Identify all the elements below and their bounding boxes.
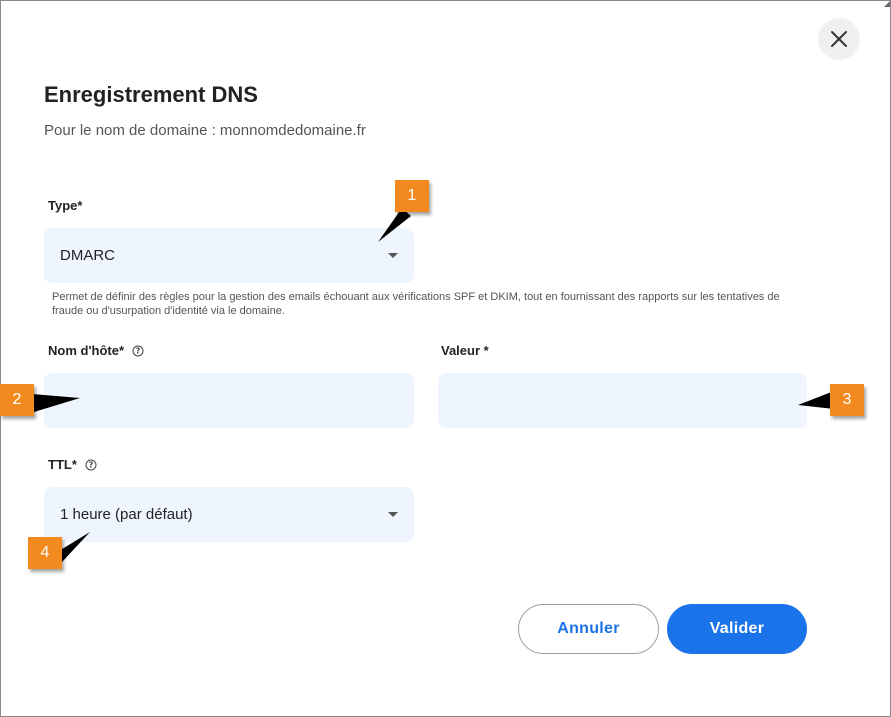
submit-button[interactable]: Valider bbox=[667, 604, 807, 654]
help-icon[interactable]: ? bbox=[132, 345, 144, 357]
svg-text:?: ? bbox=[136, 346, 141, 355]
resize-corner-icon: ◢ bbox=[884, 0, 891, 8]
cancel-button[interactable]: Annuler bbox=[518, 604, 659, 654]
dialog-title: Enregistrement DNS bbox=[44, 82, 258, 107]
type-label: Type* bbox=[48, 198, 82, 213]
value-input[interactable] bbox=[438, 373, 807, 428]
value-label: Valeur * bbox=[441, 343, 489, 358]
help-icon[interactable]: ? bbox=[85, 459, 97, 471]
type-label-text: Type* bbox=[48, 198, 83, 213]
annotation-badge-2: 2 bbox=[0, 384, 34, 416]
ttl-select[interactable]: 1 heure (par défaut) bbox=[44, 487, 414, 542]
hostname-label-text: Nom d'hôte* bbox=[48, 343, 125, 358]
close-button[interactable] bbox=[818, 18, 860, 60]
hostname-label: Nom d'hôte* ? bbox=[48, 343, 144, 358]
ttl-select-value: 1 heure (par défaut) bbox=[60, 506, 193, 523]
value-label-text: Valeur * bbox=[441, 343, 489, 358]
ttl-label: TTL* ? bbox=[48, 457, 97, 472]
ttl-label-text: TTL* bbox=[48, 457, 77, 472]
svg-text:?: ? bbox=[89, 460, 94, 469]
annotation-badge-1: 1 bbox=[395, 180, 429, 212]
annotation-badge-3: 3 bbox=[830, 384, 864, 416]
hostname-input[interactable] bbox=[44, 373, 414, 428]
type-select-value: DMARC bbox=[60, 247, 115, 264]
dialog-subtitle: Pour le nom de domaine : monnomdedomaine… bbox=[44, 122, 366, 139]
type-description: Permet de définir des règles pour la ges… bbox=[52, 291, 780, 317]
close-icon bbox=[831, 31, 847, 47]
chevron-down-icon bbox=[388, 512, 398, 517]
chevron-down-icon bbox=[388, 253, 398, 258]
annotation-badge-4: 4 bbox=[28, 537, 62, 569]
type-select[interactable]: DMARC bbox=[44, 228, 414, 283]
